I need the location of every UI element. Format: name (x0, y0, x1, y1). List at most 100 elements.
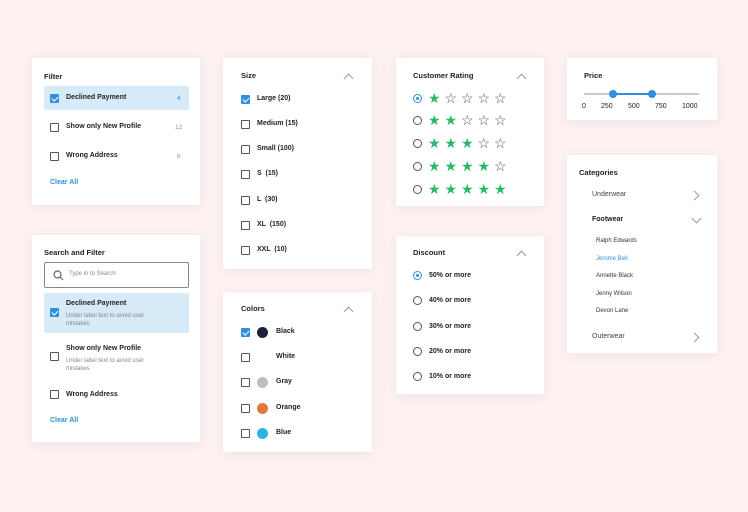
star-empty-icon: ☆ (494, 112, 507, 128)
star-filled-icon: ★ (444, 135, 458, 151)
checkbox-blue[interactable] (241, 429, 250, 438)
chevron-right-icon (689, 190, 700, 201)
checkbox-gray[interactable] (241, 378, 250, 387)
radio-rating-2[interactable] (413, 116, 422, 125)
checkbox-black[interactable] (241, 328, 250, 337)
color-option-label: Black (276, 328, 295, 335)
chevron-right-icon (689, 332, 700, 343)
checkbox-small[interactable] (241, 145, 250, 154)
size-option-label: Large (20) (257, 95, 291, 102)
radio-rating-5[interactable] (413, 185, 422, 194)
rating-stars-5: ★ ★ ★ ★ ★ (428, 182, 511, 196)
star-empty-icon: ☆ (461, 112, 474, 128)
rating-stars-4: ★ ★ ★ ★ ☆ (428, 159, 511, 173)
star-empty-icon: ☆ (477, 90, 491, 106)
radio-discount-10[interactable] (413, 372, 422, 381)
chevron-up-icon[interactable] (343, 306, 354, 317)
star-empty-icon: ☆ (444, 90, 458, 106)
discount-option-label: 10% or more (429, 373, 472, 380)
search-filter-item-sublabel: Under label text to avoid user mistakes (66, 358, 145, 372)
star-filled-icon: ★ (461, 135, 474, 151)
search-filter-item-sublabel: Under label text to avoid user mistakes (66, 313, 145, 327)
discount-option-label: 50% or more (429, 272, 472, 279)
size-option-label: Medium (15) (257, 120, 298, 127)
filter-clear-all-link[interactable]: Clear All (50, 179, 78, 186)
radio-rating-3[interactable] (413, 139, 422, 148)
star-empty-icon: ☆ (477, 112, 491, 128)
filter-item-count: 4 (177, 95, 181, 102)
search-filter-card: Search and Filter Type in to Search Decl… (32, 235, 200, 442)
colors-card: Colors Black White Gray Orange Blue (223, 292, 372, 452)
star-empty-icon: ☆ (494, 158, 507, 174)
price-slider[interactable] (584, 90, 699, 98)
price-tick: 0 (582, 103, 586, 110)
filter-item-label: Show only New Profile (66, 123, 142, 130)
checkbox-declined-payment[interactable] (50, 94, 59, 103)
star-filled-icon: ★ (428, 158, 441, 174)
checkbox-xl[interactable] (241, 221, 250, 230)
star-empty-icon: ☆ (494, 135, 507, 151)
categories-title: Categories (579, 168, 618, 177)
size-option-label: XL (150) (257, 221, 287, 228)
checkbox-xxl[interactable] (241, 246, 250, 255)
footwear-item-annette-black[interactable]: Annette Black (596, 273, 633, 279)
checkbox-s[interactable] (241, 170, 250, 179)
radio-discount-20[interactable] (413, 347, 422, 356)
checkbox-l[interactable] (241, 196, 250, 205)
checkbox-new-profile[interactable] (50, 123, 59, 132)
size-title: Size (241, 71, 257, 80)
color-option-label: Blue (276, 429, 292, 436)
star-filled-icon: ★ (428, 181, 441, 197)
radio-rating-1[interactable] (413, 94, 422, 103)
search-filter-item-label: Show only New Profile (66, 345, 142, 352)
search-input[interactable]: Type in to Search (44, 262, 189, 288)
price-tick: 250 (601, 103, 613, 110)
filter-item-label: Declined Payment (66, 94, 127, 101)
discount-card: Discount 50% or more 40% or more 30% or … (396, 236, 544, 394)
discount-option-label: 20% or more (429, 348, 472, 355)
checkbox-white[interactable] (241, 353, 250, 362)
rating-stars-1: ★ ☆ ☆ ☆ ☆ (428, 91, 511, 105)
price-slider-max-handle[interactable] (648, 90, 656, 98)
star-filled-icon: ★ (477, 181, 491, 197)
chevron-up-icon[interactable] (516, 250, 527, 261)
filter-item-count: 12 (175, 124, 183, 131)
footwear-item-jerome-bell[interactable]: Jerome Bell (596, 256, 628, 262)
filter-item-label: Wrong Address (66, 152, 118, 159)
footwear-item-ralph-edwards[interactable]: Ralph Edwards (596, 238, 637, 244)
star-filled-icon: ★ (428, 90, 441, 106)
chevron-up-icon[interactable] (343, 73, 354, 84)
radio-discount-40[interactable] (413, 296, 422, 305)
checkbox-declined-payment[interactable] (50, 308, 59, 317)
price-card: Price 0 250 500 750 1000 (567, 58, 717, 120)
footwear-item-jenny-wilson[interactable]: Jenny Wilson (596, 291, 632, 297)
search-filter-clear-all-link[interactable]: Clear All (50, 417, 78, 424)
category-label: Underwear (592, 191, 627, 198)
color-swatch-blue (257, 428, 268, 439)
star-filled-icon: ★ (494, 181, 507, 197)
checkbox-medium[interactable] (241, 120, 250, 129)
checkbox-new-profile[interactable] (50, 352, 59, 361)
price-tick: 500 (628, 103, 640, 110)
radio-discount-30[interactable] (413, 322, 422, 331)
star-filled-icon: ★ (444, 181, 458, 197)
price-title: Price (584, 71, 603, 80)
checkbox-large[interactable] (241, 95, 250, 104)
checkbox-wrong-address[interactable] (50, 390, 59, 399)
color-swatch-gray (257, 377, 268, 388)
radio-rating-4[interactable] (413, 162, 422, 171)
star-filled-icon: ★ (461, 181, 474, 197)
chevron-up-icon[interactable] (516, 73, 527, 84)
price-slider-min-handle[interactable] (609, 90, 617, 98)
search-placeholder: Type in to Search (69, 271, 116, 277)
checkbox-orange[interactable] (241, 404, 250, 413)
color-option-label: Orange (276, 404, 301, 411)
rating-stars-3: ★ ★ ★ ☆ ☆ (428, 136, 511, 150)
star-filled-icon: ★ (444, 112, 458, 128)
color-option-label: Gray (276, 378, 292, 385)
footwear-item-devon-lane[interactable]: Devon Lane (596, 308, 628, 314)
radio-discount-50[interactable] (413, 271, 422, 280)
price-tick: 750 (655, 103, 667, 110)
price-slider-range (613, 92, 652, 95)
checkbox-wrong-address[interactable] (50, 152, 59, 161)
